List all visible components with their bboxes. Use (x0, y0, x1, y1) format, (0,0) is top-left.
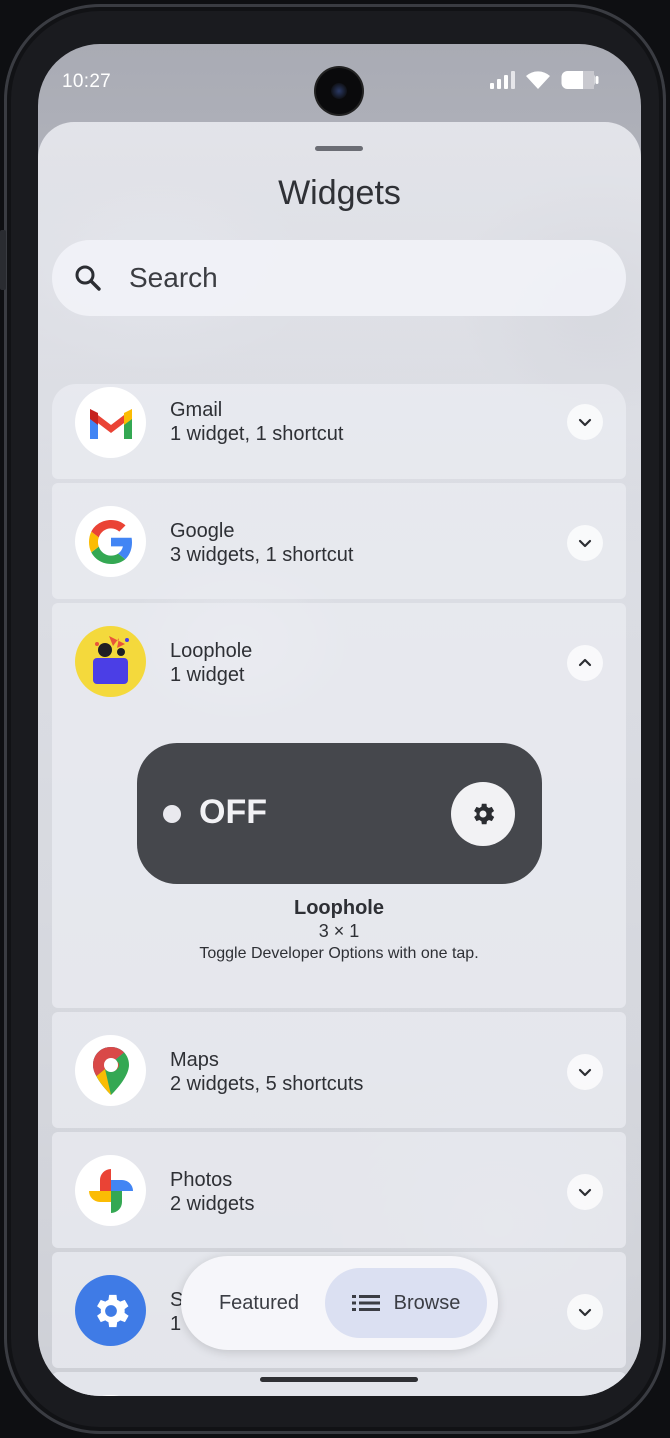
status-icons (489, 70, 599, 90)
app-icon (75, 1395, 146, 1396)
app-summary: 2 widgets (170, 1193, 255, 1215)
widget-state-label: OFF (199, 793, 267, 831)
app-name: Maps (170, 1049, 219, 1071)
app-item-loophole[interactable]: Loophole 1 widget OFF Loophole 3 × 1 Tog… (52, 603, 626, 1008)
app-item-partial[interactable] (52, 1372, 626, 1396)
widget-size: 3 × 1 (318, 921, 360, 941)
widget-name: Loophole (294, 897, 384, 919)
status-bar: 10:27 (38, 44, 641, 120)
signal-icon (490, 71, 515, 89)
volume-button (0, 230, 6, 290)
chevron-down-icon (578, 1308, 592, 1317)
app-name: Google (170, 520, 235, 542)
photos-icon (75, 1155, 146, 1226)
tab-featured[interactable]: Featured (201, 1268, 317, 1338)
loophole-widget-preview[interactable]: OFF (137, 743, 542, 884)
chevron-up-icon (578, 658, 592, 667)
settings-icon (75, 1275, 146, 1346)
app-name: Gmail (170, 399, 223, 421)
app-item-google[interactable]: Google 3 widgets, 1 shortcut (52, 483, 626, 599)
sheet-title: Widgets (278, 174, 401, 212)
widgets-sheet: Widgets Search Gmail 1 widget, 1 shortcu… (38, 122, 641, 1396)
widget-settings-button[interactable] (451, 782, 515, 846)
search-bar[interactable]: Search (52, 240, 626, 316)
screen: 10:27 Widgets Search Gmail 1 widget, 1 s… (38, 44, 641, 1396)
expand-button[interactable] (567, 404, 603, 440)
tab-featured-label: Featured (218, 1291, 300, 1314)
app-item-maps[interactable]: Maps 2 widgets, 5 shortcuts (52, 1012, 626, 1128)
status-dot (163, 805, 181, 823)
wifi-icon (526, 71, 550, 89)
loophole-icon (75, 626, 146, 697)
status-time: 10:27 (62, 71, 112, 92)
front-camera (316, 68, 362, 114)
tab-browse-label: Browse (393, 1291, 461, 1314)
collapse-button[interactable] (567, 645, 603, 681)
expand-button[interactable] (567, 525, 603, 561)
google-icon (75, 506, 146, 577)
tab-browse[interactable]: Browse (325, 1268, 487, 1338)
drag-handle[interactable] (315, 146, 363, 151)
chevron-down-icon (578, 1068, 592, 1077)
chevron-down-icon (578, 418, 592, 427)
app-summary: 1 widget (170, 664, 245, 686)
widget-description: Toggle Developer Options with one tap. (199, 945, 479, 962)
app-item-gmail[interactable]: Gmail 1 widget, 1 shortcut (52, 384, 626, 479)
gear-icon (474, 803, 495, 825)
app-summary: 3 widgets, 1 shortcut (170, 544, 354, 566)
search-icon (75, 265, 101, 291)
list-icon (351, 1295, 380, 1311)
app-name: Photos (170, 1169, 233, 1191)
app-item-photos[interactable]: Photos 2 widgets (52, 1132, 626, 1248)
app-summary: 2 widgets, 5 shortcuts (170, 1073, 364, 1095)
bottom-tab-bar: Featured Browse (181, 1256, 498, 1350)
app-summary: 1 widget, 1 shortcut (170, 423, 344, 445)
expand-button[interactable] (567, 1294, 603, 1330)
chevron-down-icon (578, 1188, 592, 1197)
gmail-icon (75, 387, 146, 458)
chevron-down-icon (578, 539, 592, 548)
maps-icon (75, 1035, 146, 1106)
battery-icon (561, 71, 599, 89)
expand-button[interactable] (567, 1054, 603, 1090)
search-input[interactable]: Search (129, 262, 218, 294)
expand-button[interactable] (567, 1174, 603, 1210)
app-name: Loophole (170, 640, 253, 662)
app-summary: 1 (170, 1313, 182, 1335)
gesture-nav-bar[interactable] (260, 1377, 418, 1382)
